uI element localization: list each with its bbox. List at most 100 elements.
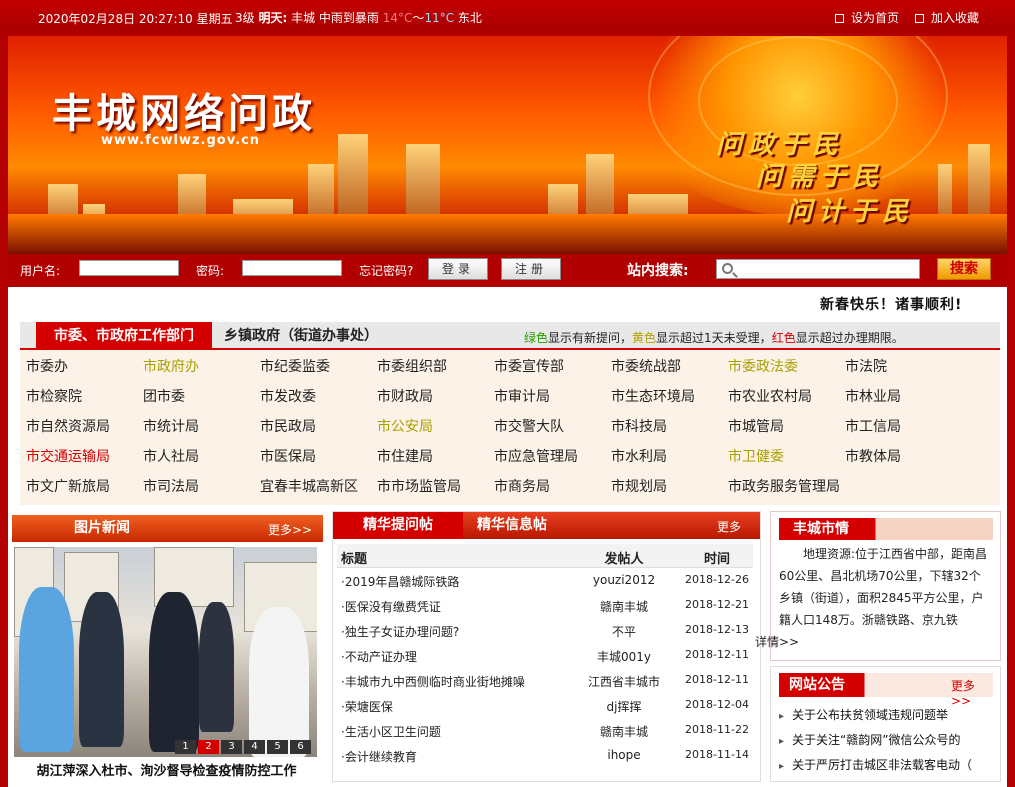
post-row[interactable]: ·荣塘医保 dj挥挥 2018-12-04 bbox=[337, 693, 753, 718]
forgot-password-link[interactable]: 忘记密码? bbox=[359, 262, 413, 279]
posts-table-header: 标题 发帖人 时间 bbox=[337, 544, 753, 568]
news-photo[interactable]: 1 2 3 4 5 6 bbox=[14, 547, 317, 757]
department-link[interactable]: 市政府办 bbox=[143, 352, 260, 382]
post-row[interactable]: ·会计继续教育 ihope 2018-11-14 bbox=[337, 743, 753, 768]
department-link[interactable]: 市委宣传部 bbox=[494, 352, 611, 382]
notice-more-link[interactable]: 更多>> bbox=[951, 677, 993, 708]
department-link[interactable]: 市林业局 bbox=[845, 382, 962, 412]
temp-high: 14°C bbox=[382, 11, 413, 25]
department-link[interactable]: 市城管局 bbox=[728, 412, 845, 442]
department-link[interactable]: 市财政局 bbox=[377, 382, 494, 412]
post-author: 江西省丰城市 bbox=[587, 675, 660, 689]
post-title[interactable]: ·医保没有缴费凭证 bbox=[341, 598, 441, 615]
department-link[interactable]: 市政务服务管理局 bbox=[728, 472, 845, 502]
login-button[interactable]: 登录 bbox=[428, 258, 488, 280]
notice-item[interactable]: 关于公布扶贫领域违规问题举 bbox=[779, 706, 948, 723]
department-link[interactable]: 市人社局 bbox=[143, 442, 260, 472]
post-time: 2018-11-14 bbox=[685, 748, 749, 761]
department-link[interactable]: 市委办 bbox=[26, 352, 143, 382]
pager-6[interactable]: 6 bbox=[290, 740, 311, 754]
search-button[interactable]: 搜索 bbox=[937, 258, 991, 280]
post-title[interactable]: ·会计继续教育 bbox=[341, 748, 417, 765]
post-row[interactable]: ·医保没有缴费凭证 赣南丰城 2018-12-21 bbox=[337, 593, 753, 618]
password-input[interactable] bbox=[242, 260, 342, 276]
post-time: 2018-12-21 bbox=[685, 598, 749, 611]
tab-township-governments[interactable]: 乡镇政府（街道办事处） bbox=[224, 322, 378, 350]
department-link[interactable]: 市发改委 bbox=[260, 382, 377, 412]
department-link[interactable]: 市检察院 bbox=[26, 382, 143, 412]
picture-news-caption[interactable]: 胡江萍深入杜市、洵沙督导检查疫情防控工作 bbox=[12, 760, 321, 779]
department-link[interactable]: 市自然资源局 bbox=[26, 412, 143, 442]
post-row[interactable]: ·2019年昌赣城际铁路 youzi2012 2018-12-26 bbox=[337, 568, 753, 593]
department-link[interactable]: 市统计局 bbox=[143, 412, 260, 442]
search-input[interactable] bbox=[716, 259, 920, 279]
post-row[interactable]: ·不动产证办理 丰城001y 2018-12-11 bbox=[337, 643, 753, 668]
department-link[interactable]: 市生态环境局 bbox=[611, 382, 728, 412]
department-link[interactable]: 市卫健委 bbox=[728, 442, 845, 472]
department-link[interactable]: 市住建局 bbox=[377, 442, 494, 472]
department-link[interactable]: 市农业农村局 bbox=[728, 382, 845, 412]
post-title[interactable]: ·独生子女证办理问题? bbox=[341, 623, 459, 640]
register-button[interactable]: 注册 bbox=[501, 258, 561, 280]
pager-4[interactable]: 4 bbox=[244, 740, 265, 754]
site-notice-panel: 网站公告 更多>> 关于公布扶贫领域违规问题举 关于关注“赣韵网”微信公众号的 … bbox=[770, 666, 1001, 782]
notice-item[interactable]: 关于关注“赣韵网”微信公众号的 bbox=[779, 731, 960, 748]
search-icon bbox=[722, 263, 733, 274]
post-title[interactable]: ·2019年昌赣城际铁路 bbox=[341, 573, 459, 590]
notice-item[interactable]: 关于严厉打击城区非法载客电动（ bbox=[779, 756, 972, 773]
set-home-link[interactable]: 设为首页 bbox=[834, 9, 899, 26]
wind-direction: 东北 bbox=[457, 11, 482, 25]
tab-featured-questions[interactable]: 精华提问帖 bbox=[333, 512, 463, 539]
department-link[interactable]: 市委统战部 bbox=[611, 352, 728, 382]
pager-1[interactable]: 1 bbox=[175, 740, 196, 754]
department-link[interactable]: 市医保局 bbox=[260, 442, 377, 472]
department-link[interactable]: 市纪委监委 bbox=[260, 352, 377, 382]
post-time: 2018-11-22 bbox=[685, 723, 749, 736]
department-link[interactable]: 市水利局 bbox=[611, 442, 728, 472]
post-time: 2018-12-11 bbox=[685, 673, 749, 686]
photo-person bbox=[149, 592, 199, 752]
tab-municipal-departments[interactable]: 市委、市政府工作部门 bbox=[36, 322, 212, 350]
department-link[interactable]: 市民政局 bbox=[260, 412, 377, 442]
top-links: 设为首页 加入收藏 bbox=[834, 9, 979, 26]
department-link[interactable]: 市委组织部 bbox=[377, 352, 494, 382]
post-row[interactable]: ·独生子女证办理问题? 不平 2018-12-13 bbox=[337, 618, 753, 643]
department-link[interactable]: 市工信局 bbox=[845, 412, 962, 442]
department-link[interactable]: 市科技局 bbox=[611, 412, 728, 442]
department-link[interactable]: 团市委 bbox=[143, 382, 260, 412]
picture-news-panel: 图片新闻 更多>> 1 2 3 4 5 6 胡江萍深入杜市、洵沙督导检查疫情防控… bbox=[12, 515, 323, 782]
add-favorite-link[interactable]: 加入收藏 bbox=[914, 9, 979, 26]
slogan-3: 问计于民 bbox=[786, 197, 915, 227]
department-link[interactable]: 市委政法委 bbox=[728, 352, 845, 382]
department-link[interactable]: 市司法局 bbox=[143, 472, 260, 502]
department-link[interactable]: 市文广新旅局 bbox=[26, 472, 143, 502]
post-title[interactable]: ·丰城市九中西侧临时商业街地摊噪 bbox=[341, 673, 525, 690]
department-link[interactable]: 市交警大队 bbox=[494, 412, 611, 442]
pager-3[interactable]: 3 bbox=[221, 740, 242, 754]
legend-text-3: 显示超过办理期限。 bbox=[795, 331, 904, 345]
username-input[interactable] bbox=[79, 260, 179, 276]
post-title[interactable]: ·不动产证办理 bbox=[341, 648, 417, 665]
department-link[interactable]: 市应急管理局 bbox=[494, 442, 611, 472]
pager-2[interactable]: 2 bbox=[198, 740, 219, 754]
department-link[interactable]: 市公安局 bbox=[377, 412, 494, 442]
department-link[interactable]: 市法院 bbox=[845, 352, 962, 382]
post-title[interactable]: ·荣塘医保 bbox=[341, 698, 393, 715]
site-search-label: 站内搜索: bbox=[627, 263, 689, 279]
department-link[interactable]: 市审计局 bbox=[494, 382, 611, 412]
post-author: 丰城001y bbox=[596, 650, 651, 664]
post-title[interactable]: ·生活小区卫生问题 bbox=[341, 723, 441, 740]
picture-news-more-link[interactable]: 更多>> bbox=[268, 521, 312, 538]
department-link[interactable]: 市市场监管局 bbox=[377, 472, 494, 502]
pager-5[interactable]: 5 bbox=[267, 740, 288, 754]
weather-desc: 丰城 中雨到暴雨 bbox=[291, 11, 379, 25]
tab-featured-info[interactable]: 精华信息帖 bbox=[477, 512, 547, 539]
department-link[interactable]: 宜春丰城高新区 bbox=[260, 472, 377, 502]
post-row[interactable]: ·生活小区卫生问题 赣南丰城 2018-11-22 bbox=[337, 718, 753, 743]
department-link[interactable]: 市交通运输局 bbox=[26, 442, 143, 472]
department-link[interactable]: 市教体局 bbox=[845, 442, 962, 472]
city-info-more-link[interactable]: 详情>> bbox=[755, 635, 799, 649]
post-row[interactable]: ·丰城市九中西侧临时商业街地摊噪 江西省丰城市 2018-12-11 bbox=[337, 668, 753, 693]
department-link[interactable]: 市商务局 bbox=[494, 472, 611, 502]
department-link[interactable]: 市规划局 bbox=[611, 472, 728, 502]
